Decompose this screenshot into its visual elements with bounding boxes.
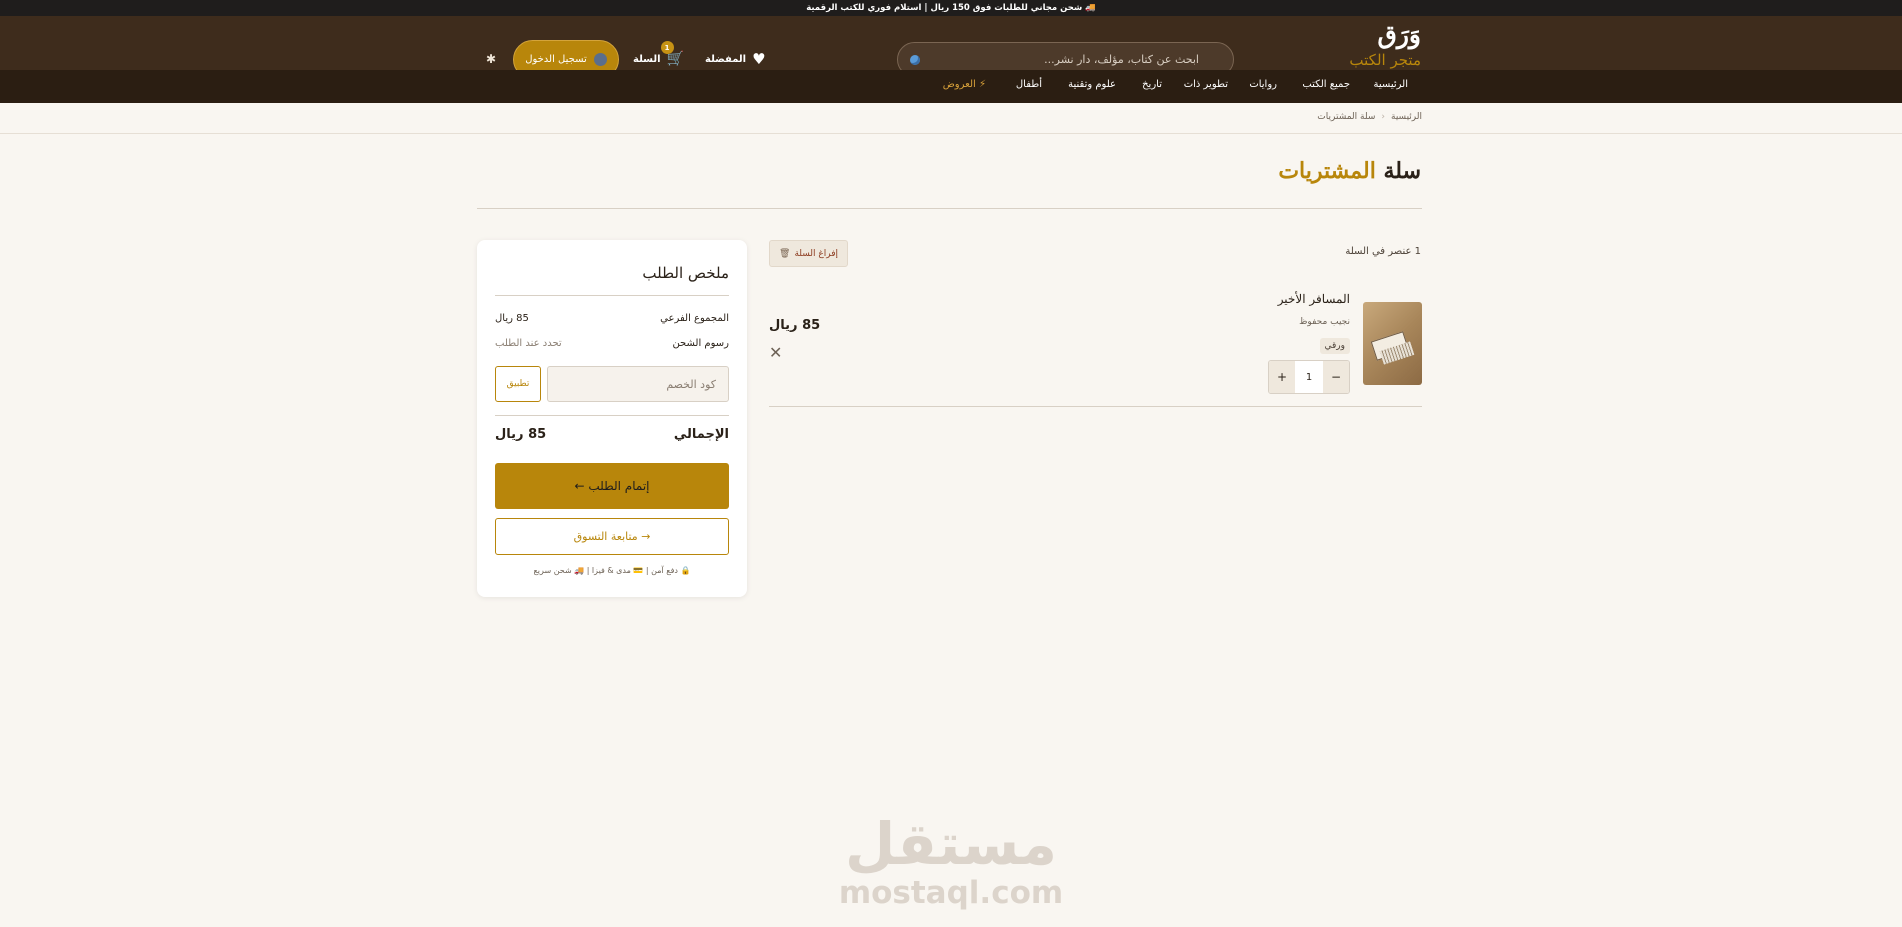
logo-sub-text: متجر الكتب <box>1349 51 1421 69</box>
watermark-arabic: مستقل <box>844 810 1058 878</box>
cart-item-format-badge: ورقي <box>1319 338 1350 354</box>
logo-main-text: وَرَق <box>1377 20 1421 49</box>
decrease-quantity-button[interactable]: − <box>1323 361 1349 393</box>
total-value: 85 ريال <box>495 427 547 442</box>
heart-icon: ♥ <box>752 50 766 68</box>
checkout-button[interactable]: إتمام الطلب ← <box>495 463 729 509</box>
breadcrumb: الرئيسية ‹ سلة المشتريات <box>1317 112 1422 122</box>
trash-icon: 🗑 <box>779 248 791 259</box>
continue-shopping-button[interactable]: → متابعة التسوق <box>495 518 729 555</box>
nav-item-kids[interactable]: أطفال <box>1016 79 1042 90</box>
remove-item-icon[interactable]: ✕ <box>769 345 782 361</box>
increase-quantity-button[interactable]: + <box>1269 361 1295 393</box>
page-title: سلة المشتريات <box>1278 158 1421 184</box>
cart-item-title[interactable]: المسافر الأخير <box>1278 292 1350 306</box>
breadcrumb-separator: ‹ <box>1381 112 1385 122</box>
watermark-logo: مستقل mostaql.com <box>836 813 1066 911</box>
nav-item-all-books[interactable]: جميع الكتب <box>1302 79 1350 90</box>
shipping-value: تحدد عند الطلب <box>495 338 562 349</box>
total-row: الإجمالي 85 ريال <box>495 427 729 442</box>
nav-item-home[interactable]: الرئيسية <box>1374 79 1408 90</box>
announcement-bar: 🚚 شحن مجاني للطلبات فوق 150 ريال | استلا… <box>0 0 1902 16</box>
cart-item-price: 85 ريال <box>769 318 821 333</box>
breadcrumb-current: سلة المشتريات <box>1317 112 1376 122</box>
user-icon <box>593 53 607 66</box>
cart-label: السلة <box>633 53 661 65</box>
apply-coupon-button[interactable]: تطبيق <box>495 366 541 402</box>
cart-item-author: نجيب محفوظ <box>1299 317 1350 327</box>
title-divider <box>477 208 1422 209</box>
announcement-text: 🚚 شحن مجاني للطلبات فوق 150 ريال | استلا… <box>806 3 1096 13</box>
nav-item-history[interactable]: تاريخ <box>1142 79 1162 90</box>
quantity-stepper: + 1 − <box>1268 360 1350 394</box>
payment-info-note: 🔒 دفع آمن | 💳 مدى & فيزا | 🚚 شحن سريع <box>533 566 691 575</box>
nav-item-science-tech[interactable]: علوم وتقنية <box>1068 79 1116 90</box>
clear-cart-label: إفراغ السلة <box>794 248 839 259</box>
order-summary-title: ملخص الطلب <box>642 264 729 282</box>
total-label: الإجمالي <box>673 427 729 442</box>
clear-cart-button[interactable]: إفراغ السلة 🗑 <box>769 240 848 267</box>
breadcrumb-divider <box>0 133 1902 134</box>
continue-shopping-label: → متابعة التسوق <box>573 530 651 543</box>
cart-item-divider <box>769 406 1422 407</box>
settings-icon[interactable]: ✱ <box>486 52 496 66</box>
quantity-value[interactable]: 1 <box>1295 361 1323 393</box>
site-header: وَرَق متجر الكتب ابحث عن كتاب، مؤلف، دار… <box>0 16 1902 79</box>
cart-icon: 🛒 1 <box>660 41 684 66</box>
site-logo[interactable]: وَرَق متجر الكتب <box>1349 18 1421 68</box>
shipping-row: رسوم الشحن تحدد عند الطلب <box>495 338 729 349</box>
cart-link[interactable]: السلة 🛒 1 <box>633 41 684 66</box>
summary-divider-top <box>495 295 729 296</box>
nav-item-offers[interactable]: ⚡ العروض <box>943 79 986 90</box>
search-icon[interactable] <box>910 54 920 65</box>
nav-item-self-development[interactable]: تطوير ذات <box>1184 79 1228 90</box>
watermark-latin: mostaql.com <box>838 875 1064 911</box>
order-summary-card: ملخص الطلب المجموع الفرعي 85 ريال رسوم ا… <box>477 240 747 597</box>
summary-divider-bottom <box>495 415 729 416</box>
book-cover-image[interactable] <box>1363 302 1422 385</box>
breadcrumb-home[interactable]: الرئيسية <box>1391 112 1422 122</box>
login-label: تسجيل الدخول <box>525 54 587 65</box>
coupon-code-input[interactable]: كود الخصم <box>547 366 729 402</box>
subtotal-row: المجموع الفرعي 85 ريال <box>495 313 729 324</box>
page-title-part1: سلة <box>1383 158 1421 184</box>
page-title-part2: المشتريات <box>1278 158 1384 184</box>
checkout-label: إتمام الطلب ← <box>574 479 650 493</box>
cart-items-count: 1 عنصر في السلة <box>1345 246 1421 257</box>
shipping-label: رسوم الشحن <box>672 338 729 349</box>
nav-item-novels[interactable]: روايات <box>1249 79 1277 90</box>
cart-count-badge: 1 <box>660 41 674 54</box>
subtotal-value: 85 ريال <box>495 313 529 324</box>
search-input[interactable]: ابحث عن كتاب، مؤلف، دار نشر... <box>920 53 1221 66</box>
favorites-label: المفضلة <box>705 54 747 65</box>
favorites-link[interactable]: المفضلة ♥ <box>705 52 766 67</box>
main-navigation: الرئيسية جميع الكتب روايات تطوير ذات تار… <box>0 70 1902 103</box>
subtotal-label: المجموع الفرعي <box>660 313 729 324</box>
